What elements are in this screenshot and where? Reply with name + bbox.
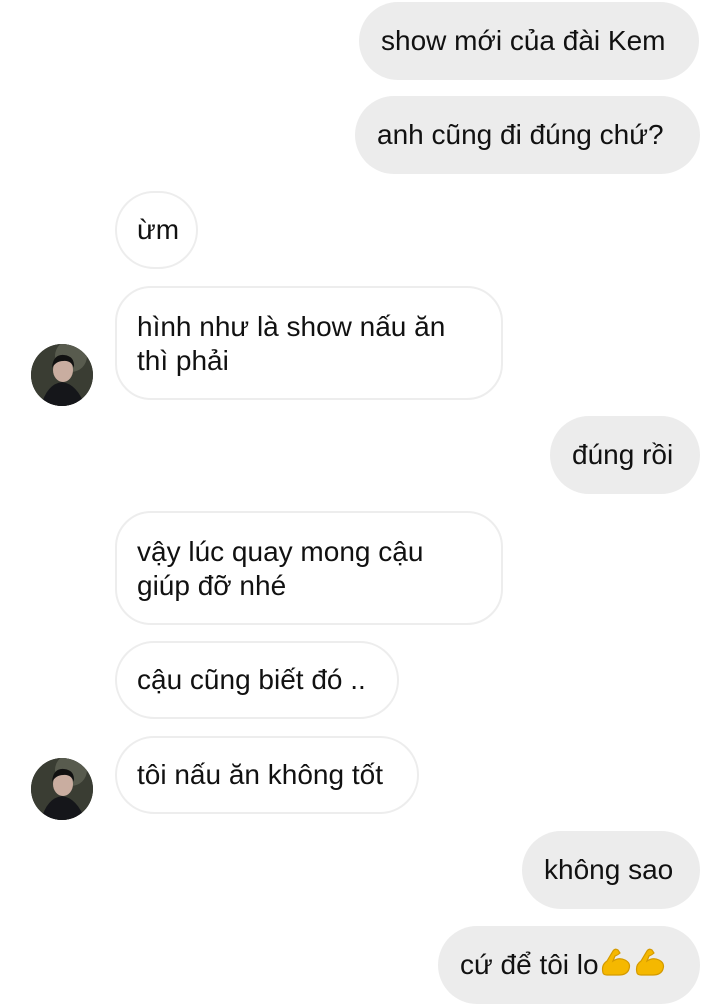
message-bubble-outgoing[interactable]: cứ để tôi lo <box>438 926 700 1004</box>
message-line: hình như là show nấu ăn <box>137 311 446 342</box>
message-text: tôi nấu ăn không tốt <box>137 759 383 790</box>
message-text: ừm <box>137 214 180 245</box>
message-bubble-incoming[interactable]: vậy lúc quay mong cậu giúp đỡ nhé <box>115 511 503 625</box>
message-bubble-incoming[interactable]: tôi nấu ăn không tốt <box>115 736 419 814</box>
message-text: hình như là show nấu ăn thì phải <box>137 310 445 378</box>
message-bubble-outgoing[interactable]: không sao <box>522 831 700 909</box>
flexed-biceps-icon <box>599 945 633 985</box>
avatar-photo <box>31 344 93 406</box>
message-text: không sao <box>544 854 674 885</box>
message-bubble-outgoing[interactable]: anh cũng đi đúng chứ? <box>355 96 700 174</box>
chat-thread[interactable]: show mới của đài Kem anh cũng đi đúng ch… <box>0 0 720 1008</box>
contact-avatar[interactable] <box>31 758 93 820</box>
message-text: cậu cũng biết đó .. <box>137 664 366 695</box>
message-text: đúng rồi <box>572 439 674 470</box>
flexed-biceps-icon <box>633 945 667 985</box>
message-text: anh cũng đi đúng chứ? <box>377 119 664 150</box>
message-bubble-outgoing[interactable]: đúng rồi <box>550 416 700 494</box>
message-line: vậy lúc quay mong cậu <box>137 536 424 567</box>
message-bubble-incoming[interactable]: hình như là show nấu ăn thì phải <box>115 286 503 400</box>
contact-avatar[interactable] <box>31 344 93 406</box>
message-text: show mới của đài Kem <box>381 25 666 56</box>
message-line: giúp đỡ nhé <box>137 570 287 601</box>
message-bubble-incoming[interactable]: cậu cũng biết đó .. <box>115 641 399 719</box>
message-line: thì phải <box>137 345 229 376</box>
avatar-photo <box>31 758 93 820</box>
message-text: vậy lúc quay mong cậu giúp đỡ nhé <box>137 535 423 603</box>
message-bubble-outgoing[interactable]: show mới của đài Kem <box>359 2 699 80</box>
message-bubble-incoming[interactable]: ừm <box>115 191 198 269</box>
message-text: cứ để tôi lo <box>460 949 599 980</box>
